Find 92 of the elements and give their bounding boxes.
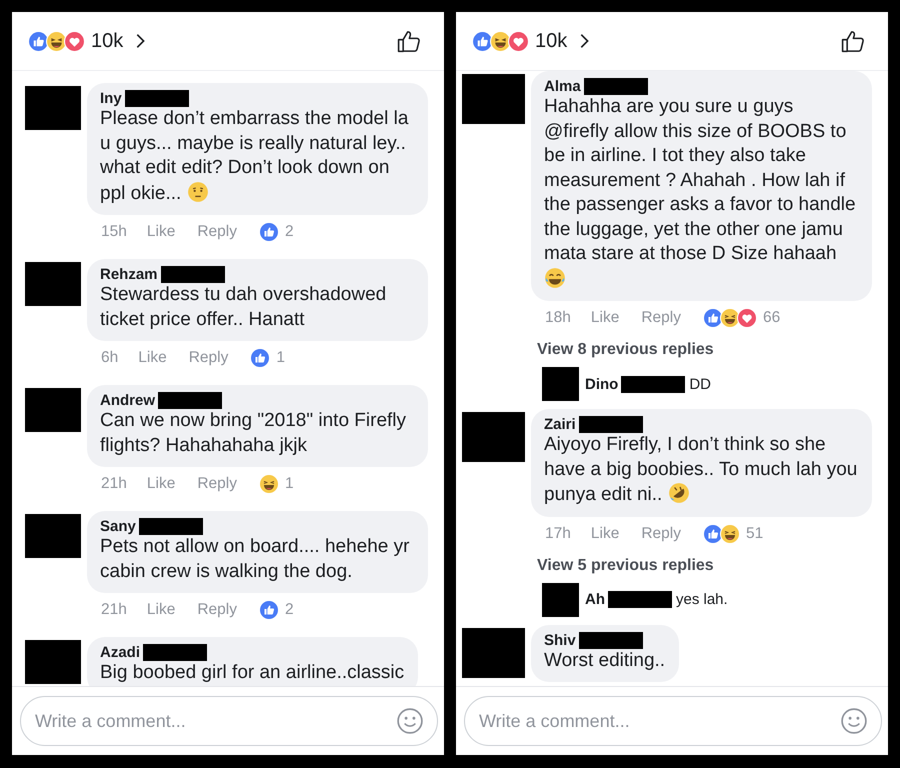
redaction-box [25, 388, 81, 432]
reaction-count[interactable]: 1 [276, 349, 285, 367]
redaction-bar [578, 632, 643, 648]
laughing-reaction-icon [490, 30, 511, 52]
commenter-name[interactable]: Zairi [544, 416, 576, 433]
comment-text: Please don’t embarrass the model la u guys... maybe is really natural ley.. what edit edit? Don’t look down on ppl okie... [100, 107, 410, 206]
redaction-bar [143, 644, 208, 661]
redaction-box [462, 628, 525, 678]
commenter-name[interactable]: Azadi [100, 644, 140, 661]
emoji-picker-icon[interactable] [396, 707, 424, 735]
redaction-bar [160, 266, 225, 283]
laughing-reaction-icon [720, 524, 740, 544]
commenter-name[interactable]: Andrew [100, 392, 156, 409]
like-reaction-icon [258, 222, 279, 242]
comment-field[interactable]: Write a comment... [20, 696, 438, 746]
comment-text: Pets not allow on board.... hehehe yr cabin crew is walking the dog. [100, 535, 410, 584]
like-reaction-icon [258, 600, 279, 620]
laughing-tears-emoji-icon [544, 266, 566, 288]
redaction-bar [138, 518, 203, 535]
redaction-box [462, 412, 525, 462]
reaction-count[interactable]: 51 [746, 524, 764, 542]
rolling-laughing-emoji-icon [668, 482, 690, 504]
comment-time: 21h [101, 475, 127, 493]
redaction-box [25, 262, 81, 306]
like-reaction-icon [250, 348, 270, 368]
comment-time: 18h [545, 309, 571, 327]
like-icon[interactable] [840, 28, 866, 54]
redaction-box [462, 74, 525, 124]
redaction-box [25, 640, 81, 684]
reply-text: DD [689, 376, 711, 392]
like-link[interactable]: Like [146, 601, 176, 619]
heart-reaction-icon [64, 30, 85, 52]
redaction-box [25, 86, 81, 130]
reply-link[interactable]: Reply [197, 223, 237, 241]
reply-link[interactable]: Reply [197, 475, 237, 493]
comment-text: Stewardess tu dah overshadowed ticket price offer.. Hanatt [100, 283, 388, 332]
like-link[interactable]: Like [146, 223, 176, 241]
redaction-box [542, 582, 579, 616]
reply-link[interactable]: Reply [188, 349, 228, 367]
laughing-reaction-icon [46, 30, 67, 52]
comment-time: 6h [101, 349, 118, 367]
redaction-bar [578, 416, 643, 433]
reply-text: yes lah. [676, 591, 728, 608]
like-reaction-icon [28, 30, 49, 52]
heart-reaction-icon [736, 308, 757, 328]
view-replies-link[interactable]: View 5 previous replies [537, 556, 714, 574]
comment-text: Aiyoyo Firefly, I don’t think so she have a big boobies.. To much lah you punya edit ni.. [544, 433, 858, 507]
comment-text: Can we now bring "2018" into Firefly flights? Hahahahaha jkjk [100, 409, 408, 458]
reaction-count[interactable]: 66 [762, 309, 780, 327]
comment-field[interactable]: Write a comment... [464, 696, 882, 746]
reaction-count[interactable]: 1 [284, 475, 294, 493]
comment-time: 21h [101, 601, 127, 619]
reaction-count[interactable]: 2 [284, 223, 294, 241]
commenter-name[interactable]: Iny [100, 90, 122, 107]
heart-reaction-icon [508, 30, 529, 52]
redaction-bar [608, 591, 672, 608]
emoji-picker-icon[interactable] [840, 707, 868, 735]
like-icon[interactable] [396, 28, 422, 54]
like-link[interactable]: Like [146, 475, 176, 493]
commenter-name[interactable]: Shiv [544, 632, 576, 648]
like-reaction-icon [472, 30, 493, 52]
commenter-name[interactable]: Alma [544, 78, 581, 95]
redaction-bar [158, 392, 222, 409]
view-replies-link[interactable]: View 8 previous replies [537, 341, 714, 359]
redaction-bar [584, 78, 648, 95]
commenter-name[interactable]: Dino [585, 376, 618, 392]
comment-time: 17h [545, 524, 571, 542]
like-link[interactable]: Like [138, 349, 167, 367]
redaction-bar [124, 90, 189, 107]
like-link[interactable]: Like [590, 524, 620, 542]
comment-time: 15h [101, 223, 127, 241]
laughing-reaction-icon [720, 308, 740, 328]
neutral-face-emoji-icon [186, 180, 209, 202]
like-reaction-icon [702, 524, 723, 544]
redaction-box [25, 514, 81, 558]
redaction-bar [621, 376, 686, 392]
commenter-name[interactable]: Ah [585, 591, 605, 608]
comment-text: Worst editing.. [544, 648, 666, 672]
commenter-name[interactable]: Rehzam [100, 266, 158, 283]
reply-link[interactable]: Reply [197, 601, 237, 619]
laughing-reaction-icon [258, 474, 279, 494]
reaction-count[interactable]: 10k [91, 30, 124, 52]
reaction-count[interactable]: 2 [284, 601, 294, 619]
redaction-box [542, 367, 579, 401]
reaction-count[interactable]: 10k [535, 30, 568, 52]
reply-link[interactable]: Reply [641, 309, 681, 327]
commenter-name[interactable]: Sany [100, 518, 136, 535]
like-reaction-icon [702, 308, 723, 328]
comment-text: Big boobed girl for an airline..classic [100, 661, 404, 685]
like-link[interactable]: Like [590, 309, 620, 327]
comment-text: Hahahha are you sure u guys @firefly allow this size of BOOBS to be in airline. I tot they also take measurement ? Ahahah . How lah if the passenger asks a favor to handle the luggage, yet the other one jamu mata stare at those D Size hahaah [544, 95, 858, 292]
reply-link[interactable]: Reply [641, 524, 681, 542]
